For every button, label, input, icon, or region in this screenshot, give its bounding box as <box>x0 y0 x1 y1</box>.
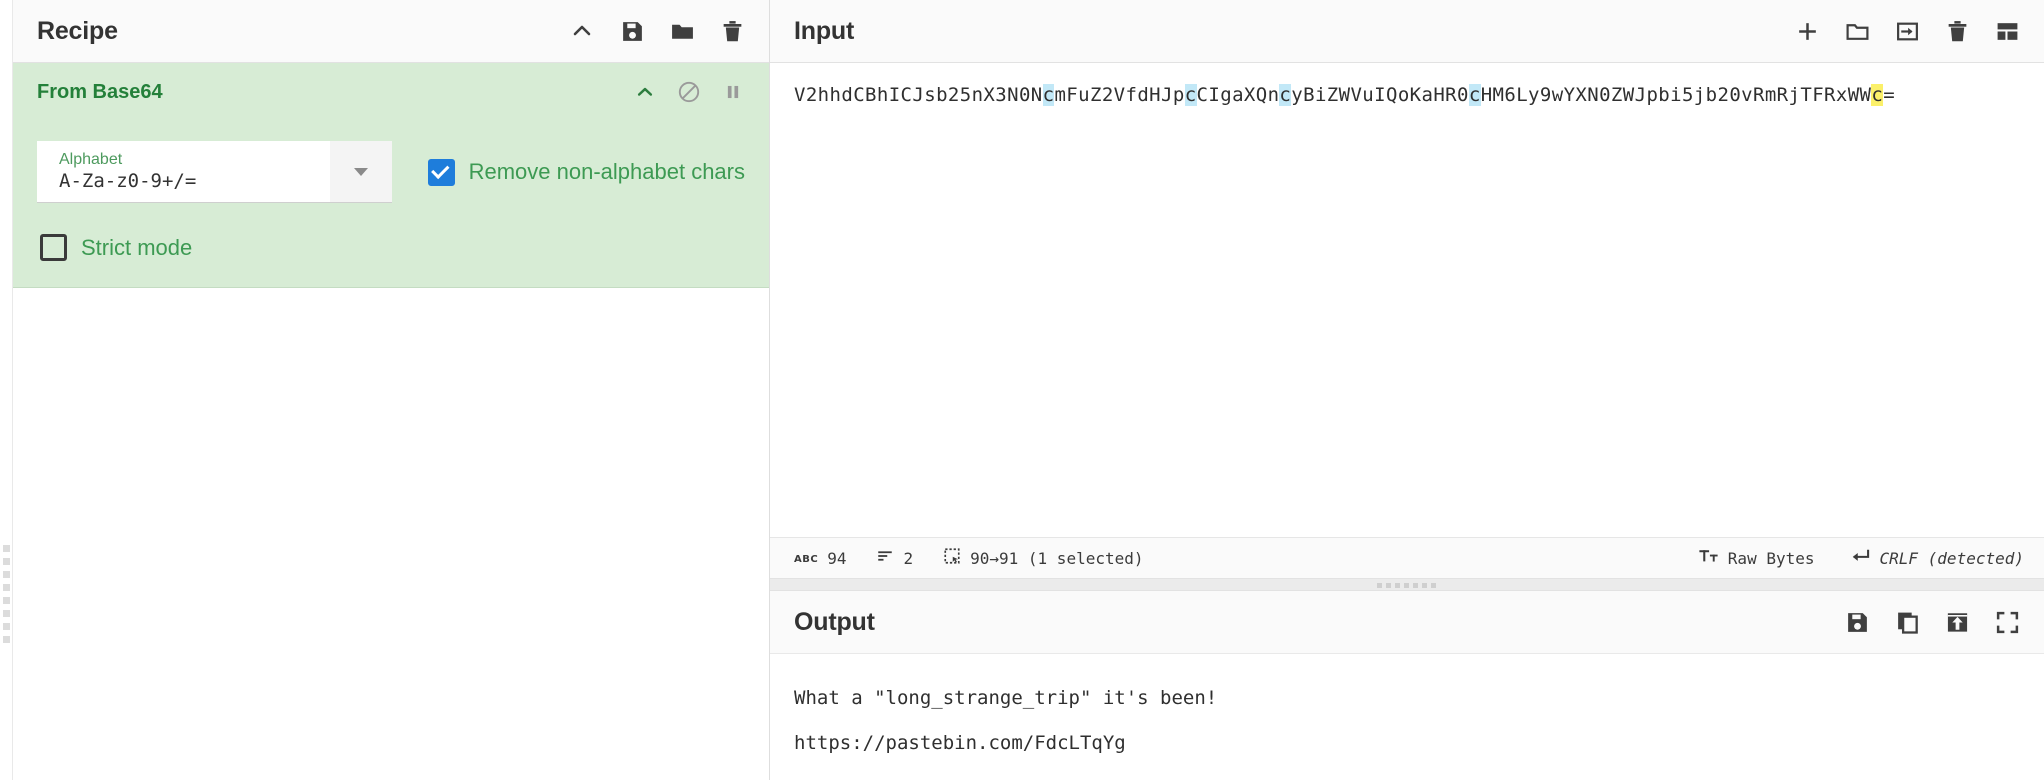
recipe-operation-list[interactable]: From Base64 <box>13 63 769 780</box>
input-status-right: Raw Bytes CRLF (detected) <box>1665 547 2024 569</box>
input-seg-highlight: c <box>1185 84 1197 106</box>
font-size-icon <box>1699 547 1719 569</box>
checkbox-unchecked-icon[interactable] <box>40 234 67 261</box>
input-seg: mFuZ2VfdHJp <box>1054 84 1184 106</box>
copy-output-icon[interactable] <box>1894 609 1920 635</box>
input-title: Input <box>794 17 854 46</box>
selection-group: 90→91 (1 selected) <box>943 547 1143 569</box>
splitter-grip-dots <box>3 545 10 649</box>
save-recipe-icon[interactable] <box>619 18 645 44</box>
collapse-chevron-icon[interactable] <box>569 18 595 44</box>
save-output-icon[interactable] <box>1844 609 1870 635</box>
clear-input-icon[interactable] <box>1944 18 1970 44</box>
return-arrow-icon <box>1849 547 1871 569</box>
operation-arguments: Alphabet A-Za-z0-9+/= Remove non-alphabe… <box>13 121 769 261</box>
maximise-output-icon[interactable] <box>1994 609 2020 635</box>
input-pane: Input <box>770 0 2044 578</box>
abc-icon: ABC <box>794 554 818 565</box>
output-title: Output <box>794 608 875 637</box>
add-input-tab-icon[interactable] <box>1794 18 1820 44</box>
input-status-bar: ABC 94 2 <box>770 537 2044 578</box>
op-breakpoint-pause-icon[interactable] <box>721 80 745 104</box>
argument-row-alphabet: Alphabet A-Za-z0-9+/= Remove non-alphabe… <box>37 121 745 203</box>
output-line: What a "long_strange_trip" it's been! <box>770 676 2044 721</box>
input-text-line[interactable]: V2hhdCBhICJsb25nX3N0NcmFuZ2VfdHJpcCIgaXQ… <box>770 81 2044 110</box>
line-count-group: 2 <box>876 547 913 569</box>
strict-mode-label: Strict mode <box>81 235 192 261</box>
input-seg: HM6Ly9wYXN0ZWJpbi5jb20vRmRjTFRxWW <box>1481 84 1872 106</box>
output-title-icons <box>1844 609 2020 635</box>
selection-icon <box>943 547 961 569</box>
clear-recipe-icon[interactable] <box>719 18 745 44</box>
input-seg: V2hhdCBhICJsb25nX3N0N <box>794 84 1043 106</box>
encoding-group[interactable]: Raw Bytes <box>1699 547 1815 569</box>
line-ending-group[interactable]: CRLF (detected) <box>1849 547 2025 569</box>
load-recipe-icon[interactable] <box>669 18 695 44</box>
output-text[interactable]: What a "long_strange_trip" it's been! ht… <box>770 654 2044 780</box>
line-ending-value: CRLF (detected) <box>1880 549 2025 568</box>
cyberchef-app: Recipe <box>0 0 2044 780</box>
alphabet-select[interactable]: Alphabet A-Za-z0-9+/= <box>37 141 392 203</box>
recipe-title-bar: Recipe <box>13 0 769 63</box>
op-disable-icon[interactable] <box>677 80 701 104</box>
input-seg-selected: c <box>1871 84 1883 106</box>
output-pane: Output <box>770 591 2044 780</box>
operation-icons <box>633 80 745 104</box>
remove-non-alphabet-checkbox[interactable]: Remove non-alphabet chars <box>428 159 745 186</box>
input-seg: yBiZWVuIQoKaHR0 <box>1291 84 1469 106</box>
encoding-value: Raw Bytes <box>1728 549 1815 568</box>
output-line: https://pastebin.com/FdcLTqYg <box>770 721 2044 766</box>
recipe-pane: Recipe <box>13 0 770 780</box>
reset-pane-layout-icon[interactable] <box>1994 18 2020 44</box>
operation-title: From Base64 <box>37 81 163 104</box>
lines-icon <box>876 547 894 569</box>
open-folder-as-input-icon[interactable] <box>1844 18 1870 44</box>
operations-pane-splitter[interactable] <box>0 0 13 780</box>
line-count-value: 2 <box>903 549 913 568</box>
argument-row-strict-mode: Strict mode <box>37 203 745 261</box>
input-seg: = <box>1883 84 1895 106</box>
input-seg-highlight: c <box>1279 84 1291 106</box>
input-title-icons <box>1794 18 2020 44</box>
input-seg-highlight: c <box>1469 84 1481 106</box>
selection-value: 90→91 (1 selected) <box>970 549 1143 568</box>
op-collapse-chevron-icon[interactable] <box>633 80 657 104</box>
input-seg: CIgaXQn <box>1197 84 1280 106</box>
replace-input-with-output-icon[interactable] <box>1944 609 1970 635</box>
output-title-bar: Output <box>770 591 2044 654</box>
char-count-group: ABC 94 <box>794 549 846 568</box>
recipe-title-icons <box>569 18 745 44</box>
remove-non-alphabet-label: Remove non-alphabet chars <box>469 159 745 185</box>
io-container: Input <box>770 0 2044 780</box>
input-title-bar: Input <box>770 0 2044 63</box>
recipe-title: Recipe <box>37 17 118 46</box>
input-editor[interactable]: V2hhdCBhICJsb25nX3N0NcmFuZ2VfdHJpcCIgaXQ… <box>770 63 2044 537</box>
char-count-value: 94 <box>827 549 846 568</box>
strict-mode-checkbox[interactable]: Strict mode <box>40 234 192 261</box>
operation-header: From Base64 <box>13 63 769 121</box>
recipe-operation-from-base64[interactable]: From Base64 <box>13 63 769 288</box>
input-seg-highlight: c <box>1043 84 1055 106</box>
checkbox-checked-icon[interactable] <box>428 159 455 186</box>
chevron-down-icon[interactable] <box>330 141 392 202</box>
open-file-as-input-icon[interactable] <box>1894 18 1920 44</box>
io-splitter[interactable] <box>770 578 2044 591</box>
